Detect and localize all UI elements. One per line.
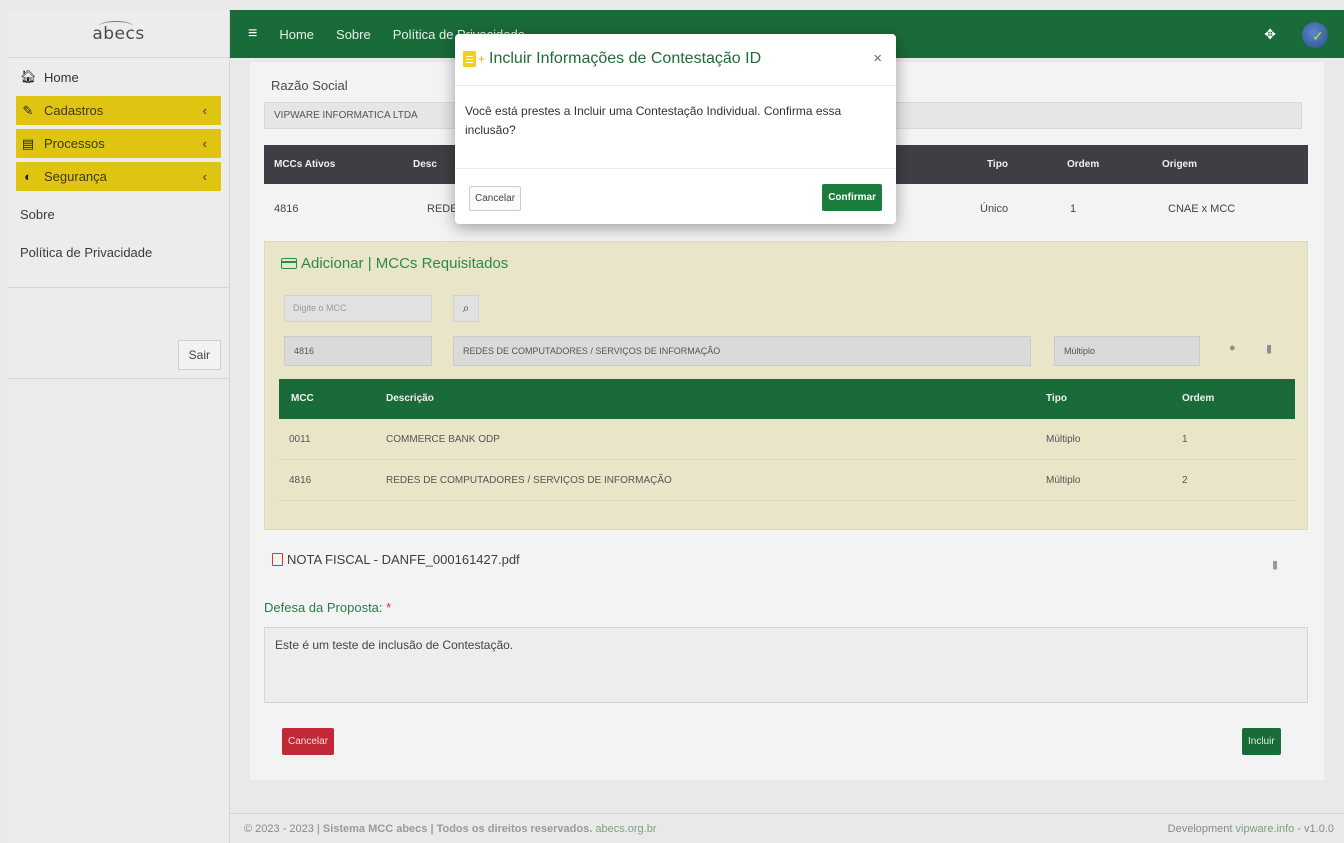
sidebar-item-processos[interactable]: ▤ Processos ‹ (16, 129, 221, 158)
table-cell: 1 (1182, 434, 1188, 445)
cancel-button[interactable]: Cancelar (282, 728, 335, 755)
footer-rights: Sistema MCC abecs | Todos os direitos re… (322, 823, 593, 835)
column-header: Origem (1162, 159, 1198, 170)
brand-logo[interactable]: abecs (8, 10, 229, 58)
sidebar-item-sobre[interactable]: Sobre (8, 195, 229, 233)
mcc-panel-title-text: Adicionar | MCCs Requisitados (301, 255, 509, 272)
incluir-button[interactable]: Incluir (1242, 728, 1281, 755)
chevron-left-icon: ‹ (202, 169, 207, 184)
mcc-requisitados-panel: Adicionar | MCCs Requisitados Digite o M… (264, 241, 1308, 530)
column-header: Ordem (1182, 393, 1215, 404)
user-avatar[interactable] (1302, 22, 1328, 48)
file-plus-icon (463, 51, 476, 67)
mcc-table-header: MCC Descrição Tipo Ordem (279, 379, 1295, 419)
footer-copyright: © 2023 - 2023 | Sistema MCC abecs | Todo… (244, 823, 657, 835)
topnav-sobre[interactable]: Sobre (336, 27, 371, 42)
search-button[interactable]: ⌕ (453, 295, 479, 322)
table-cell: REDE (427, 203, 458, 215)
modal-title: + Incluir Informações de Contestação ID (463, 50, 761, 68)
footer-dev-label: Development (1167, 823, 1233, 835)
sidebar-item-privacidade[interactable]: Política de Privacidade (8, 233, 229, 271)
mcc-code-field[interactable]: 4816 (284, 336, 432, 366)
footer-vipware-link[interactable]: vipware.info (1236, 823, 1295, 835)
column-header: Tipo (987, 159, 1008, 170)
table-row: 0011 COMMERCE BANK ODP Múltiplo 1 (279, 420, 1295, 460)
sidebar-item-label: Processos (44, 136, 105, 151)
mcc-description-field[interactable]: REDES DE COMPUTADORES / SERVIÇOS DE INFO… (453, 336, 1031, 366)
table-cell: 2 (1182, 475, 1188, 486)
defesa-textarea[interactable]: Este é um teste de inclusão de Contestaç… (264, 627, 1308, 703)
server-icon: ▤ (21, 135, 35, 151)
table-cell: Único (980, 203, 1009, 215)
column-header: Desc (413, 159, 437, 170)
confirm-modal: + Incluir Informações de Contestação ID … (455, 34, 896, 224)
table-cell: 1 (1070, 203, 1077, 215)
defesa-label-text: Defesa da Proposta: (264, 600, 383, 615)
hamburger-icon[interactable]: ≡ (248, 25, 257, 43)
sidebar-divider (8, 287, 229, 288)
table-cell: Múltiplo (1046, 434, 1081, 445)
brand-arc (99, 21, 133, 31)
column-header: Descrição (386, 393, 434, 404)
footer-years: © 2023 - 2023 | (244, 823, 320, 835)
search-icon: ⌕ (462, 301, 470, 315)
column-header: MCCs Ativos (274, 159, 336, 170)
razao-social-label: Razão Social (271, 78, 348, 93)
logout-button[interactable]: Sair (177, 340, 221, 370)
table-cell: REDES DE COMPUTADORES / SERVIÇOS DE INFO… (386, 475, 672, 486)
plus-icon: + (478, 52, 486, 66)
trash-icon[interactable]: ▮ (1272, 558, 1278, 571)
mcc-tipo-field[interactable]: Múltiplo (1054, 336, 1200, 366)
modal-cancel-button[interactable]: Cancelar (469, 186, 522, 211)
close-icon[interactable]: × (873, 50, 882, 67)
sidebar: abecs 🏠︎ Home ✎ Cadastros ‹ ▤ Processos … (8, 10, 230, 843)
footer-dev: Development vipware.info - v1.0.0 (1168, 823, 1334, 835)
table-cell: Múltiplo (1046, 475, 1081, 486)
sidebar-item-home[interactable]: 🏠︎ Home (8, 62, 229, 92)
sidebar-item-label: Segurança (44, 169, 107, 184)
column-header: MCC (291, 393, 314, 404)
modal-confirm-button[interactable]: Confirmar (822, 184, 882, 211)
footer-abecs-link[interactable]: abecs.org.br (595, 823, 656, 835)
column-header: Ordem (1067, 159, 1100, 170)
sidebar-item-cadastros[interactable]: ✎ Cadastros ‹ (16, 96, 221, 125)
card-icon (281, 258, 297, 269)
modal-message: Você está prestes a Incluir uma Contesta… (465, 104, 842, 137)
modal-title-text: Incluir Informações de Contestação ID (489, 50, 762, 67)
shield-icon: ◐ (24, 169, 32, 184)
mcc-panel-title: Adicionar | MCCs Requisitados (281, 255, 508, 272)
required-marker: * (386, 600, 392, 615)
table-row: 4816 REDES DE COMPUTADORES / SERVIÇOS DE… (279, 461, 1295, 501)
sidebar-divider (8, 378, 229, 379)
sidebar-item-label: Cadastros (44, 103, 104, 118)
table-cell: COMMERCE BANK ODP (386, 434, 500, 445)
plus-circle-icon[interactable]: ● (1229, 342, 1236, 354)
sidebar-item-label: Home (44, 69, 79, 85)
table-cell: 0011 (289, 434, 311, 445)
column-header: Tipo (1046, 393, 1067, 404)
attachment-link[interactable]: NOTA FISCAL - DANFE_000161427.pdf (272, 552, 520, 567)
table-cell: CNAE x MCC (1168, 203, 1236, 215)
topnav-home[interactable]: Home (279, 27, 314, 42)
mcc-search-input[interactable]: Digite o MCC (284, 295, 432, 322)
sidebar-item-seguranca[interactable]: ◐ Segurança ‹ (16, 162, 221, 191)
footer-version: - v1.0.0 (1297, 823, 1334, 835)
chevron-left-icon: ‹ (202, 103, 207, 118)
pdf-icon (272, 553, 283, 566)
modal-header: + Incluir Informações de Contestação ID … (455, 34, 896, 86)
attachment-filename: NOTA FISCAL - DANFE_000161427.pdf (287, 552, 520, 567)
fullscreen-icon[interactable]: ✥ (1264, 26, 1276, 43)
table-cell: 4816 (274, 203, 299, 215)
chevron-left-icon: ‹ (202, 136, 207, 151)
trash-icon[interactable]: ▮ (1266, 342, 1272, 355)
defesa-label: Defesa da Proposta: * (264, 600, 391, 615)
footer: © 2023 - 2023 | Sistema MCC abecs | Todo… (230, 813, 1344, 843)
table-cell: 4816 (289, 475, 312, 486)
edit-icon: ✎ (22, 102, 34, 118)
home-icon: 🏠︎ (20, 69, 37, 84)
modal-footer: Cancelar Confirmar (455, 168, 896, 224)
